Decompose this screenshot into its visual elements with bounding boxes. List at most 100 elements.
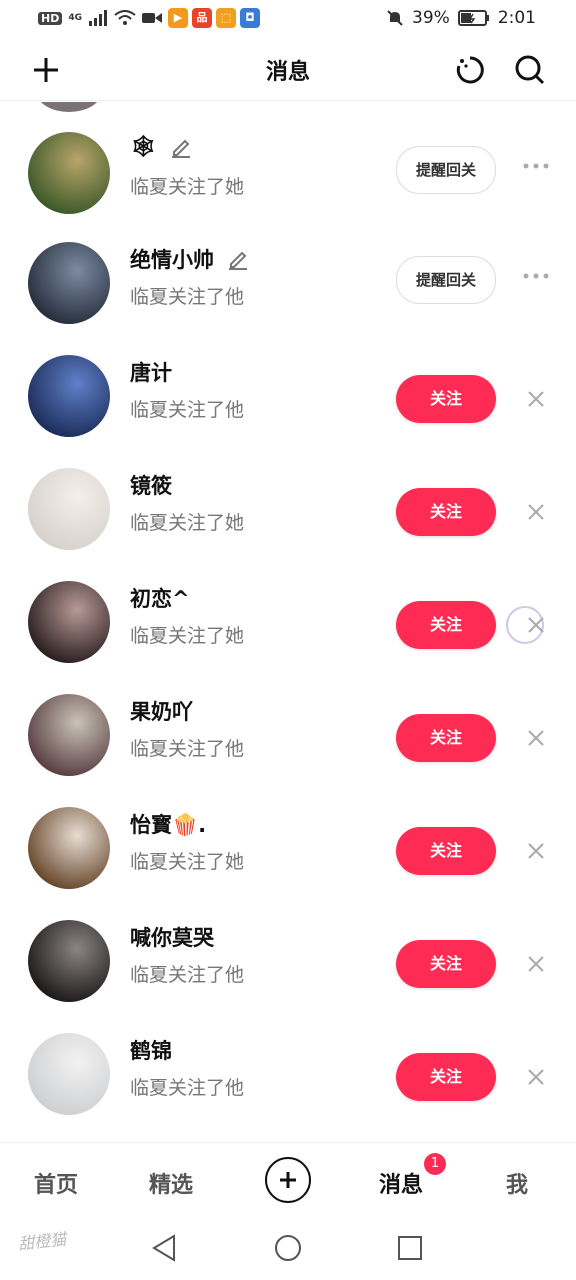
nav-messages[interactable]: 消息 — [379, 1167, 423, 1199]
follow-note: 临夏关注了他 — [130, 1077, 245, 1099]
remind-follow-back-button[interactable]: 提醒回关 — [396, 256, 496, 304]
game-app-icon: ⬚ — [216, 8, 236, 28]
shop-app-icon: 品 — [192, 8, 212, 28]
user-name[interactable]: 🕸 — [130, 134, 157, 159]
mute-bell-icon — [387, 10, 403, 26]
follow-note: 临夏关注了他 — [130, 399, 245, 421]
status-bar: HD 4G ▶ 品 ⬚ ◘ 39% 2:01 — [0, 0, 576, 38]
refresh-circle-icon — [456, 56, 484, 84]
avatar[interactable] — [28, 1033, 110, 1115]
back-triangle-icon[interactable] — [150, 1233, 180, 1263]
close-icon[interactable] — [522, 385, 550, 413]
follow-note: 临夏关注了她 — [130, 851, 245, 873]
system-nav-bar: 甜橙猫 — [0, 1218, 576, 1280]
edit-pencil-icon[interactable] — [226, 247, 250, 271]
name-line: 镜筱 — [130, 470, 172, 500]
follower-list[interactable]: 🕸 临夏关注了她 提醒回关 绝情小帅 临夏关注了他 提醒回关 唐计 临夏关注了他 关注 镜筱 临夏关… — [0, 102, 576, 1142]
search-icon — [515, 55, 545, 85]
name-line: 鹤锦 — [130, 1035, 172, 1065]
follow-note: 临夏关注了她 — [130, 512, 245, 534]
hd-label: HD — [38, 11, 63, 25]
status-right: 39% 2:01 — [386, 8, 536, 28]
avatar[interactable] — [28, 242, 110, 324]
name-line: 初恋^ — [130, 583, 190, 613]
close-icon[interactable] — [522, 611, 550, 639]
list-item[interactable]: 绝情小帅临夏关注了他 提醒回关 — [0, 222, 576, 335]
close-icon[interactable] — [522, 498, 550, 526]
avatar[interactable] — [36, 102, 102, 112]
user-name[interactable]: 鹤锦 — [130, 1035, 172, 1065]
follow-note: 临夏关注了他 — [130, 738, 245, 760]
follow-note: 临夏关注了她 — [130, 625, 245, 647]
nav-home[interactable]: 首页 — [34, 1167, 78, 1199]
search-button[interactable] — [510, 50, 550, 90]
more-dots-icon[interactable] — [520, 156, 552, 176]
list-item[interactable]: 镜筱临夏关注了她 关注 — [0, 448, 576, 561]
avatar[interactable] — [28, 694, 110, 776]
refresh-button[interactable] — [450, 50, 490, 90]
user-name[interactable]: 怡寳🍿. — [130, 809, 206, 839]
follow-button[interactable]: 关注 — [396, 714, 496, 762]
close-icon[interactable] — [522, 1063, 550, 1091]
video-camera-icon — [142, 13, 162, 23]
list-item[interactable]: 果奶吖临夏关注了他 关注 — [0, 674, 576, 787]
bottom-nav: 首页 精选 消息 1 我 — [0, 1142, 576, 1219]
recents-square-icon[interactable] — [395, 1233, 425, 1263]
close-icon[interactable] — [522, 724, 550, 752]
user-name[interactable]: 镜筱 — [130, 470, 172, 500]
avatar[interactable] — [28, 132, 110, 214]
battery-icon — [457, 10, 489, 26]
follow-note: 临夏关注了他 — [130, 964, 245, 986]
top-header: 消息 — [0, 38, 576, 101]
signal-label: 4G — [68, 13, 82, 23]
status-left: HD 4G ▶ 品 ⬚ ◘ — [38, 8, 260, 28]
name-line: 怡寳🍿. — [130, 809, 206, 839]
follow-button[interactable]: 关注 — [396, 827, 496, 875]
signal-icon — [89, 10, 107, 26]
video-app-icon: ▶ — [168, 8, 188, 28]
follow-button[interactable]: 关注 — [396, 940, 496, 988]
name-line: 🕸 — [130, 134, 193, 159]
more-dots-icon[interactable] — [520, 266, 552, 286]
edit-pencil-icon[interactable] — [169, 135, 193, 159]
avatar[interactable] — [28, 920, 110, 1002]
watermark: 甜橙猫 — [17, 1229, 68, 1254]
remind-follow-back-button[interactable]: 提醒回关 — [396, 146, 496, 194]
avatar[interactable] — [28, 355, 110, 437]
name-line: 绝情小帅 — [130, 244, 250, 274]
name-line: 果奶吖 — [130, 696, 193, 726]
close-icon[interactable] — [522, 837, 550, 865]
list-item[interactable]: 初恋^ 临夏关注了她 关注 — [0, 561, 576, 674]
home-circle-icon[interactable] — [273, 1233, 303, 1263]
list-item[interactable]: 唐计临夏关注了他 关注 — [0, 335, 576, 448]
name-line: 唐计 — [130, 357, 172, 387]
list-item[interactable]: 喊你莫哭临夏关注了他 关注 — [0, 900, 576, 1013]
battery-percent: 39% — [412, 8, 450, 28]
close-icon[interactable] — [522, 950, 550, 978]
list-item[interactable]: 怡寳🍿. 临夏关注了她 关注 — [0, 787, 576, 900]
follow-button[interactable]: 关注 — [396, 1053, 496, 1101]
notification-badge: 1 — [424, 1153, 446, 1175]
wifi-icon — [114, 10, 136, 25]
follow-button[interactable]: 关注 — [396, 601, 496, 649]
user-name[interactable]: 喊你莫哭 — [130, 922, 214, 952]
avatar[interactable] — [28, 468, 110, 550]
avatar[interactable] — [28, 807, 110, 889]
follow-note: 临夏关注了她 — [130, 176, 245, 198]
list-item[interactable]: 🕸 临夏关注了她 提醒回关 — [0, 112, 576, 225]
list-item[interactable]: 鹤锦临夏关注了他 关注 — [0, 1013, 576, 1126]
user-name[interactable]: 绝情小帅 — [130, 244, 214, 274]
user-name[interactable]: 唐计 — [130, 357, 172, 387]
user-name[interactable]: 初恋^ — [130, 583, 190, 613]
nav-me[interactable]: 我 — [506, 1167, 528, 1199]
follow-button[interactable]: 关注 — [396, 375, 496, 423]
plus-icon — [280, 1172, 296, 1188]
name-line: 喊你莫哭 — [130, 922, 214, 952]
create-button[interactable] — [265, 1157, 311, 1203]
follow-button[interactable]: 关注 — [396, 488, 496, 536]
avatar[interactable] — [28, 581, 110, 663]
user-name[interactable]: 果奶吖 — [130, 696, 193, 726]
nav-featured[interactable]: 精选 — [149, 1167, 193, 1199]
blue-app-icon: ◘ — [240, 8, 260, 28]
follow-note: 临夏关注了他 — [130, 286, 245, 308]
